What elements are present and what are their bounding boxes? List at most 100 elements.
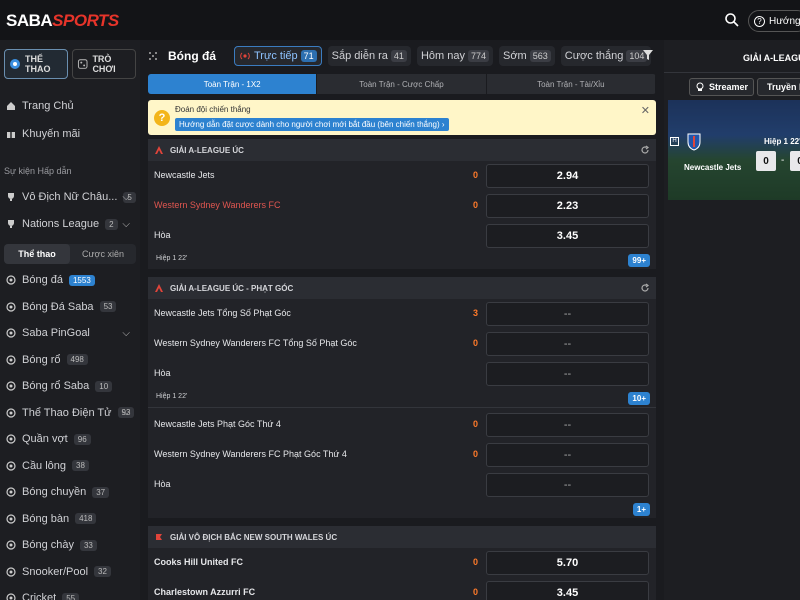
- streamer-icon: [696, 82, 704, 91]
- match-row: Hòa --: [148, 359, 656, 389]
- odds-button[interactable]: 2.23: [486, 194, 649, 218]
- refresh-icon[interactable]: [640, 283, 650, 293]
- trophy-icon: [8, 193, 14, 201]
- sport-icon: [6, 513, 16, 524]
- tab-sports[interactable]: THỂ THAO: [4, 49, 68, 79]
- sport-icon: [6, 593, 16, 600]
- sport-icon: [6, 328, 16, 338]
- page-title: Bóng đá: [168, 49, 216, 63]
- filter-count: 563: [529, 50, 551, 62]
- featured-item-women-euro[interactable]: Vô Địch Nữ Châu... 5 ⌵: [0, 184, 140, 210]
- match-row: Western Sydney Wanderers FC Phạt Góc Thứ…: [148, 440, 656, 470]
- chevron-down-icon[interactable]: ⌵: [122, 192, 130, 203]
- odds-button[interactable]: 5.70: [486, 551, 649, 575]
- more-markets-button[interactable]: 10+: [628, 392, 650, 405]
- filter-early[interactable]: Sớm 563: [499, 46, 555, 66]
- sport-item-label: Bóng đá: [22, 274, 63, 286]
- more-markets-button[interactable]: 1+: [632, 503, 650, 516]
- chevron-down-icon[interactable]: ⌵: [122, 328, 130, 339]
- brand-logo[interactable]: SABASPORTS: [6, 11, 119, 31]
- sport-icon: [6, 275, 16, 285]
- featured-item-label: Vô Địch Nữ Châu...: [22, 191, 118, 203]
- sport-item[interactable]: Thể Thao Điện Tử 93 ⌵: [0, 400, 140, 426]
- count-badge: 55: [62, 592, 80, 600]
- odds-button[interactable]: --: [486, 413, 649, 437]
- sport-type-toggle: Thể thao Cược xiên: [4, 244, 136, 264]
- sport-item[interactable]: Bóng đá 1553: [0, 267, 140, 293]
- league-header[interactable]: GIẢI A-LEAGUE ÚC - PHẠT GÓC: [148, 277, 656, 299]
- featured-section-label: Sự kiện Hấp dẫn: [4, 166, 72, 176]
- sport-item[interactable]: Bóng chày 33: [0, 532, 140, 558]
- sport-item[interactable]: Bóng Đá Saba 53: [0, 294, 140, 320]
- tab-games-label: TRÒ CHƠI: [92, 54, 116, 74]
- sidebar-tabs: THỂ THAO TRÒ CHƠI: [4, 49, 136, 79]
- toggle-parlay[interactable]: Cược xiên: [70, 244, 136, 264]
- toggle-sports[interactable]: Thể thao: [4, 244, 70, 264]
- sport-item-label: Snooker/Pool: [22, 565, 89, 578]
- sport-item[interactable]: Cricket 55: [0, 585, 140, 600]
- guide-button[interactable]: ? Hướng dẫn: [748, 10, 800, 32]
- refresh-icon[interactable]: [640, 145, 650, 155]
- tv-button[interactable]: Truyền hình: [757, 78, 800, 96]
- main-content: Bóng đá Trực tiếp 71 Sắp diễn ra 41 Hôm …: [148, 40, 656, 600]
- tv-label: Truyền hình: [767, 82, 800, 92]
- filter-upcoming[interactable]: Sắp diễn ra 41: [327, 46, 411, 66]
- odds-button[interactable]: --: [486, 332, 649, 356]
- tab-over-under[interactable]: Toàn Trận - Tài/Xỉu: [487, 74, 656, 94]
- sport-item[interactable]: Cầu lông 38: [0, 453, 140, 479]
- sport-item[interactable]: Bóng chuyền 37: [0, 479, 140, 505]
- odds-button[interactable]: --: [486, 362, 649, 386]
- game-icon: [77, 59, 88, 69]
- sport-icon: [6, 487, 16, 497]
- count-badge: 2: [105, 218, 118, 230]
- count-badge: 418: [75, 513, 97, 524]
- odds-button[interactable]: --: [486, 443, 649, 467]
- tab-handicap[interactable]: Toàn Trận - Cược Chấp: [317, 74, 487, 94]
- filter-funnel-icon[interactable]: [642, 49, 654, 61]
- nav-home[interactable]: Trang Chủ: [0, 93, 140, 119]
- odds-button[interactable]: --: [486, 473, 649, 497]
- more-markets-button[interactable]: 99+: [628, 254, 650, 267]
- sport-item[interactable]: Bóng bàn 418: [0, 506, 140, 532]
- tab-1x2[interactable]: Toàn Trận - 1X2: [148, 74, 318, 94]
- odds-button[interactable]: --: [486, 302, 649, 326]
- team-score: 0: [473, 170, 479, 180]
- odds-button[interactable]: 3.45: [486, 224, 649, 248]
- sport-item[interactable]: Saba PinGoal ⌵: [0, 320, 140, 346]
- odds-button[interactable]: 2.94: [486, 164, 649, 188]
- match-row: Western Sydney Wanderers FC Tổng Số Phạt…: [148, 329, 656, 359]
- nav-promotions[interactable]: Khuyến mãi: [0, 121, 140, 147]
- sport-item[interactable]: Bóng rổ Saba 10: [0, 373, 140, 399]
- featured-item-nations-league[interactable]: Nations League 2 ⌵: [0, 211, 140, 237]
- league-logo-icon: [155, 284, 163, 292]
- league-header[interactable]: GIẢI A-LEAGUE ÚC: [148, 139, 656, 161]
- count-badge: 53: [99, 301, 117, 312]
- chevron-down-icon[interactable]: ⌵: [122, 407, 130, 418]
- filter-today[interactable]: Hôm nay 774: [416, 46, 493, 66]
- divider: [148, 407, 656, 408]
- sport-item[interactable]: Snooker/Pool 32: [0, 559, 140, 585]
- sport-item[interactable]: Bóng rổ 498: [0, 347, 140, 373]
- close-icon[interactable]: ✕: [641, 104, 650, 117]
- search-icon[interactable]: [724, 12, 740, 28]
- team-name: Newcastle Jets: [154, 170, 215, 180]
- streamer-button[interactable]: Streamer: [689, 78, 755, 96]
- home-icon: [7, 102, 15, 110]
- filter-live[interactable]: Trực tiếp 71: [234, 46, 322, 66]
- home-score: 0: [756, 151, 776, 171]
- home-indicator-icon: H: [670, 137, 679, 146]
- count-badge: 96: [73, 433, 91, 445]
- sport-item[interactable]: Quần vợt 96: [0, 426, 140, 452]
- draw-label: Hòa: [154, 368, 171, 378]
- match-scoreboard[interactable]: H Newcastle Jets Hiệp 1 22' 0 - 0: [668, 100, 800, 200]
- chevron-down-icon[interactable]: ⌵: [122, 219, 130, 230]
- tab-games[interactable]: TRÒ CHƠI: [72, 49, 136, 79]
- odds-button[interactable]: 3.45: [486, 581, 649, 600]
- filter-outright[interactable]: Cược thắng 104: [560, 46, 652, 66]
- league-header[interactable]: GIẢI VÔ ĐỊCH BẮC NEW SOUTH WALES ÚC: [148, 526, 656, 548]
- guide-label: Hướng dẫn: [769, 15, 800, 27]
- filter-label: Trực tiếp: [254, 50, 298, 62]
- count-badge: 1553: [68, 274, 95, 286]
- notice-guide-link[interactable]: Hướng dẫn đặt cược dành cho người chơi m…: [175, 118, 449, 131]
- count-badge: 10: [95, 380, 113, 392]
